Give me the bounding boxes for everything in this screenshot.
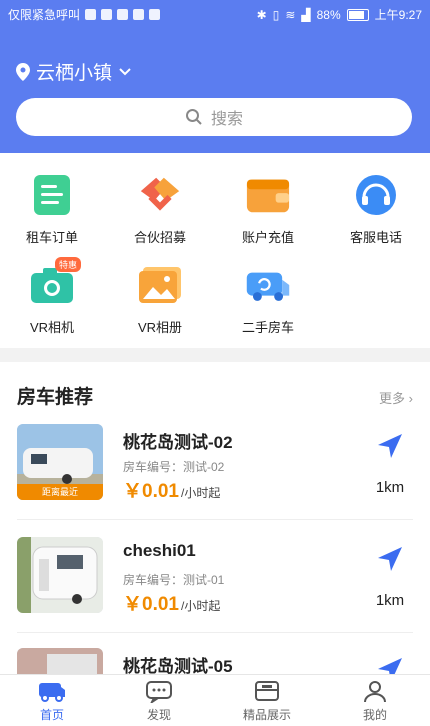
service-label: VR相机: [29, 320, 75, 335]
album-icon: [137, 263, 183, 307]
headset-icon: [353, 173, 399, 217]
search-bar[interactable]: 搜索: [16, 98, 412, 136]
service-rental-order[interactable]: 租车订单: [12, 173, 92, 246]
tab-label: 我的: [362, 708, 387, 722]
rv-title: cheshi01: [123, 541, 196, 560]
tab-mine[interactable]: 我的: [340, 679, 410, 723]
rv-title: 桃花岛测试-05: [123, 657, 233, 674]
rv-thumbnail: 距离最近: [17, 424, 103, 500]
rv-number: 房车编号：测试-02: [123, 460, 225, 474]
service-account-recharge[interactable]: 账户充值: [228, 173, 308, 246]
map-notification-icon: [133, 9, 145, 20]
rv-number: 房车编号：测试-01: [123, 573, 225, 587]
distance: 1km: [375, 479, 405, 496]
price-unit: /小时起: [180, 599, 221, 613]
wallet-icon: [245, 173, 291, 217]
status-bar: 仅限紧急呼叫 ✱ ▯ ≋ ▟ 88% 上午9:27: [0, 0, 430, 28]
price-value: ￥0.01: [123, 594, 179, 615]
rv-card[interactable]: cheshi01 房车编号：测试-01 ￥0.01/小时起 1km: [0, 537, 430, 647]
search-placeholder: 搜索: [210, 111, 243, 128]
tab-showcase[interactable]: 精品展示: [232, 679, 302, 723]
rv-card[interactable]: 桃花岛测试-05: [0, 648, 430, 674]
rv-icon: [245, 263, 291, 307]
bottom-tab-bar: 首页 发现 精品展示 我的: [0, 674, 430, 726]
distance: 1km: [375, 592, 405, 609]
navigate-button[interactable]: 1km: [372, 545, 408, 609]
service-label: 二手房车: [241, 320, 294, 335]
nearest-tag: 距离最近: [17, 484, 103, 500]
location-name: 云栖小镇: [36, 63, 113, 84]
bluetooth-icon: ✱: [256, 7, 267, 22]
service-customer-phone[interactable]: 客服电话: [336, 173, 416, 246]
service-partner-recruit[interactable]: 合伙招募: [120, 173, 200, 246]
battery-icon: [346, 8, 369, 21]
rv-price: ￥0.01/小时起: [123, 476, 220, 503]
service-vr-camera[interactable]: 特惠 VR相机: [12, 257, 92, 336]
navigate-button[interactable]: 1km: [372, 432, 408, 496]
carrier-text: 仅限紧急呼叫: [8, 8, 81, 22]
app-notification-icon: [101, 9, 113, 20]
app-notification-icon: [117, 9, 129, 20]
usb-icon: [85, 9, 97, 20]
location-selector[interactable]: 云栖小镇: [16, 58, 132, 85]
clock-time: 上午9:27: [374, 8, 422, 22]
tab-label: 发现: [146, 708, 171, 722]
more-link[interactable]: 更多 ›: [379, 388, 413, 407]
partner-recruit-icon: [137, 173, 183, 217]
rental-order-icon: [29, 173, 75, 217]
app-notification-icon: [149, 9, 161, 20]
service-vr-album[interactable]: VR相册: [120, 263, 200, 336]
service-label: 客服电话: [349, 230, 402, 245]
more-label: 更多: [379, 391, 406, 406]
chevron-right-icon: ›: [408, 391, 413, 406]
header: 仅限紧急呼叫 ✱ ▯ ≋ ▟ 88% 上午9:27 云栖小镇 搜索: [0, 0, 430, 153]
discover-chat-icon: [146, 681, 172, 705]
vibrate-icon: ▯: [272, 7, 280, 22]
discount-badge: 特惠: [54, 257, 81, 272]
price-unit: /小时起: [180, 486, 221, 500]
rv-recommend-section: 房车推荐 更多 › 距离最近 桃花岛测试-02 房车编号：测试-02 ￥0.01…: [0, 362, 430, 674]
camera-icon: 特惠: [29, 257, 81, 307]
showcase-icon: [255, 681, 279, 701]
tab-home[interactable]: 首页: [17, 679, 87, 723]
user-icon: [364, 681, 386, 703]
service-used-rv[interactable]: 二手房车: [228, 263, 308, 336]
chevron-down-icon: [119, 67, 131, 75]
service-label: VR相册: [137, 320, 183, 335]
wifi-icon: ≋: [285, 7, 296, 22]
tab-label: 首页: [39, 708, 64, 722]
service-label: 合伙招募: [133, 230, 186, 245]
service-grid: 租车订单 合伙招募 账户充值 客服电话 特惠 VR相机 VR相册 二手房车: [0, 153, 430, 348]
tab-discover[interactable]: 发现: [124, 679, 194, 723]
rv-thumbnail: [17, 648, 103, 674]
rv-thumbnail: [17, 537, 103, 613]
price-value: ￥0.01: [123, 481, 179, 502]
home-rv-icon: [39, 683, 65, 702]
divider: [17, 632, 413, 633]
section-title: 房车推荐: [17, 387, 94, 408]
rv-title: 桃花岛测试-02: [123, 433, 233, 452]
navigation-arrow-icon: [378, 547, 402, 571]
tab-label: 精品展示: [242, 708, 291, 722]
rv-card[interactable]: 距离最近 桃花岛测试-02 房车编号：测试-02 ￥0.01/小时起 1km: [0, 424, 430, 534]
navigate-button[interactable]: [372, 656, 408, 674]
divider: [17, 519, 413, 520]
navigation-arrow-icon: [378, 434, 402, 458]
battery-percent: 88%: [316, 7, 341, 22]
service-label: 账户充值: [241, 230, 294, 245]
service-label: 租车订单: [25, 230, 78, 245]
navigation-arrow-icon: [378, 658, 402, 674]
location-pin-icon: [16, 62, 30, 81]
signal-icon: ▟: [301, 7, 311, 22]
search-icon: [185, 109, 202, 125]
rv-price: ￥0.01/小时起: [123, 589, 220, 616]
